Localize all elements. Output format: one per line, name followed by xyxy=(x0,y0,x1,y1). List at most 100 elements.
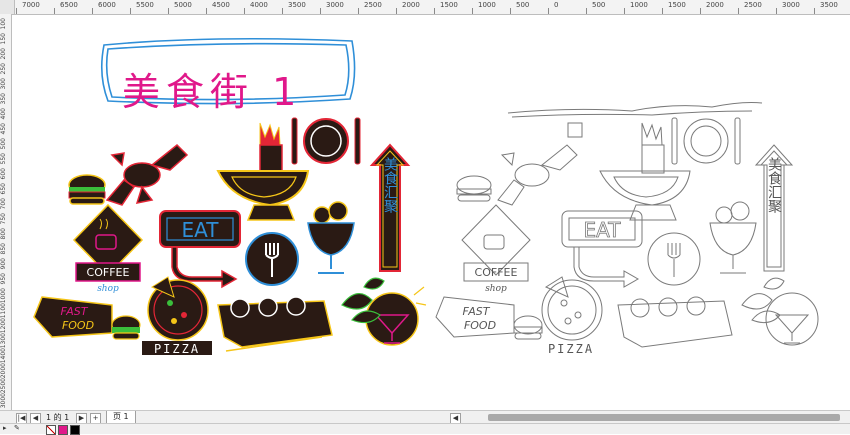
pen-icon[interactable]: ✎ xyxy=(14,424,20,432)
ruler-tick xyxy=(624,8,625,14)
outline-cocktail xyxy=(741,277,819,346)
ruler-tick xyxy=(586,8,587,14)
top-ruler-label: 2500 xyxy=(744,1,762,9)
top-ruler-label: 3500 xyxy=(288,1,306,9)
coffee-sign-label: COFFEE xyxy=(87,266,130,279)
pointer-icon[interactable]: ▸ xyxy=(3,424,7,432)
ruler-tick xyxy=(282,8,283,14)
left-ruler-label: 1100 xyxy=(0,303,7,319)
left-ruler-label: 500 xyxy=(0,138,7,150)
top-ruler-label: 2000 xyxy=(706,1,724,9)
left-ruler-label: 200 xyxy=(0,48,7,60)
ruler-tick xyxy=(662,8,663,14)
top-ruler-label: 1500 xyxy=(440,1,458,9)
left-ruler-label: 700 xyxy=(0,198,7,210)
top-ruler-label: 2500 xyxy=(364,1,382,9)
outline-burger xyxy=(456,175,492,202)
fill-swatch-none[interactable] xyxy=(46,425,56,435)
horizontal-scrollbar[interactable] xyxy=(488,414,840,421)
outline-sushi xyxy=(617,296,733,348)
outline-arrow-label: 美食汇聚 xyxy=(766,157,782,214)
left-ruler-label: 300 xyxy=(0,78,7,90)
left-ruler-label: 750 xyxy=(0,213,7,225)
arrow-sign: 美食汇聚 xyxy=(369,143,411,272)
outline-fastfood-line2: FOOD xyxy=(464,319,496,332)
ruler-tick xyxy=(244,8,245,14)
top-ruler-label: 3500 xyxy=(820,1,838,9)
left-ruler-label: 650 xyxy=(0,183,7,195)
drawing-canvas[interactable]: 美食汇聚 COFFEE shop EAT FAST FOOD PIZZA EAT… xyxy=(12,15,850,410)
left-ruler-label: 400 xyxy=(0,108,7,120)
top-ruler-label: 500 xyxy=(592,1,606,9)
left-ruler-label: 450 xyxy=(0,123,7,135)
ruler-corner[interactable] xyxy=(0,0,15,14)
left-ruler-label: 1000 xyxy=(0,288,7,304)
coffee-sign: COFFEE shop xyxy=(72,203,144,294)
fastfood-sign-line2: FOOD xyxy=(62,319,94,332)
outline-swatch-black[interactable] xyxy=(70,425,80,435)
top-ruler-label: 1500 xyxy=(668,1,686,9)
arrow-sign-label: 美食汇聚 xyxy=(382,157,398,214)
left-ruler-label: 2000 xyxy=(0,363,7,379)
outline-coffee-label: COFFEE xyxy=(475,266,518,279)
outline-artwork xyxy=(435,102,819,348)
ruler-tick xyxy=(130,8,131,14)
left-ruler-label: 900 xyxy=(0,258,7,270)
top-ruler-label: 7000 xyxy=(22,1,40,9)
ruler-tick xyxy=(396,8,397,14)
left-ruler-label: 550 xyxy=(0,153,7,165)
fork-sign xyxy=(245,232,299,286)
ruler-tick xyxy=(814,8,815,14)
top-ruler[interactable]: 7000 6500 6000 5500 5000 4500 4000 3500 3000 2500… xyxy=(0,0,850,15)
fastfood-sign-line1: FAST xyxy=(61,305,89,318)
outline-plate xyxy=(671,117,741,165)
ruler-tick xyxy=(700,8,701,14)
top-ruler-label: 4500 xyxy=(212,1,230,9)
top-ruler-label: 5000 xyxy=(174,1,192,9)
lobster-sign xyxy=(105,143,189,206)
top-ruler-label: 1000 xyxy=(478,1,496,9)
top-ruler-label: 5500 xyxy=(136,1,154,9)
ruler-tick xyxy=(320,8,321,14)
ruler-tick xyxy=(168,8,169,14)
outline-lobster xyxy=(497,144,578,206)
top-ruler-label: 4000 xyxy=(250,1,268,9)
eat-sign: EAT xyxy=(159,210,241,289)
pizza-sign: PIZZA xyxy=(142,276,212,356)
ruler-tick xyxy=(358,8,359,14)
cocktail-sign xyxy=(341,277,427,346)
ruler-tick xyxy=(206,8,207,14)
left-ruler-label: 950 xyxy=(0,273,7,285)
outline-fastfood-line1: FAST xyxy=(463,305,491,318)
ruler-tick xyxy=(510,8,511,14)
ruler-tick xyxy=(776,8,777,14)
ruler-tick xyxy=(548,8,549,14)
status-bar: ▸ ✎ xyxy=(0,423,850,435)
fill-swatch-pink[interactable] xyxy=(58,425,68,435)
plate-sign xyxy=(291,117,361,165)
ruler-tick xyxy=(92,8,93,14)
left-ruler-label: 100 xyxy=(0,18,7,30)
outline-coffee-sublabel: shop xyxy=(485,284,507,294)
left-ruler-label: 250 xyxy=(0,63,7,75)
burger-sign xyxy=(68,174,106,205)
ruler-tick xyxy=(738,8,739,14)
top-ruler-label: 6000 xyxy=(98,1,116,9)
sushi-sign xyxy=(217,296,333,352)
left-ruler-label: 350 xyxy=(0,93,7,105)
left-ruler-label: 600 xyxy=(0,168,7,180)
left-ruler-label: 150 xyxy=(0,33,7,45)
top-ruler-label: 0 xyxy=(554,1,559,9)
ruler-tick xyxy=(54,8,55,14)
title-text: 美食街 1 xyxy=(122,70,303,114)
ruler-tick xyxy=(16,8,17,14)
outline-icecream xyxy=(709,201,757,274)
left-ruler-label: 1400 xyxy=(0,348,7,364)
top-ruler-label: 6500 xyxy=(60,1,78,9)
top-ruler-label: 2000 xyxy=(402,1,420,9)
left-ruler-label: 850 xyxy=(0,243,7,255)
left-ruler-label: 2500 xyxy=(0,378,7,394)
left-ruler[interactable]: 100 150 200 250 300 350 400 450 500 550 600 650 700 7… xyxy=(0,14,12,410)
fastfood-sign: FAST FOOD xyxy=(33,296,141,340)
left-ruler-label: 3000 xyxy=(0,393,7,409)
